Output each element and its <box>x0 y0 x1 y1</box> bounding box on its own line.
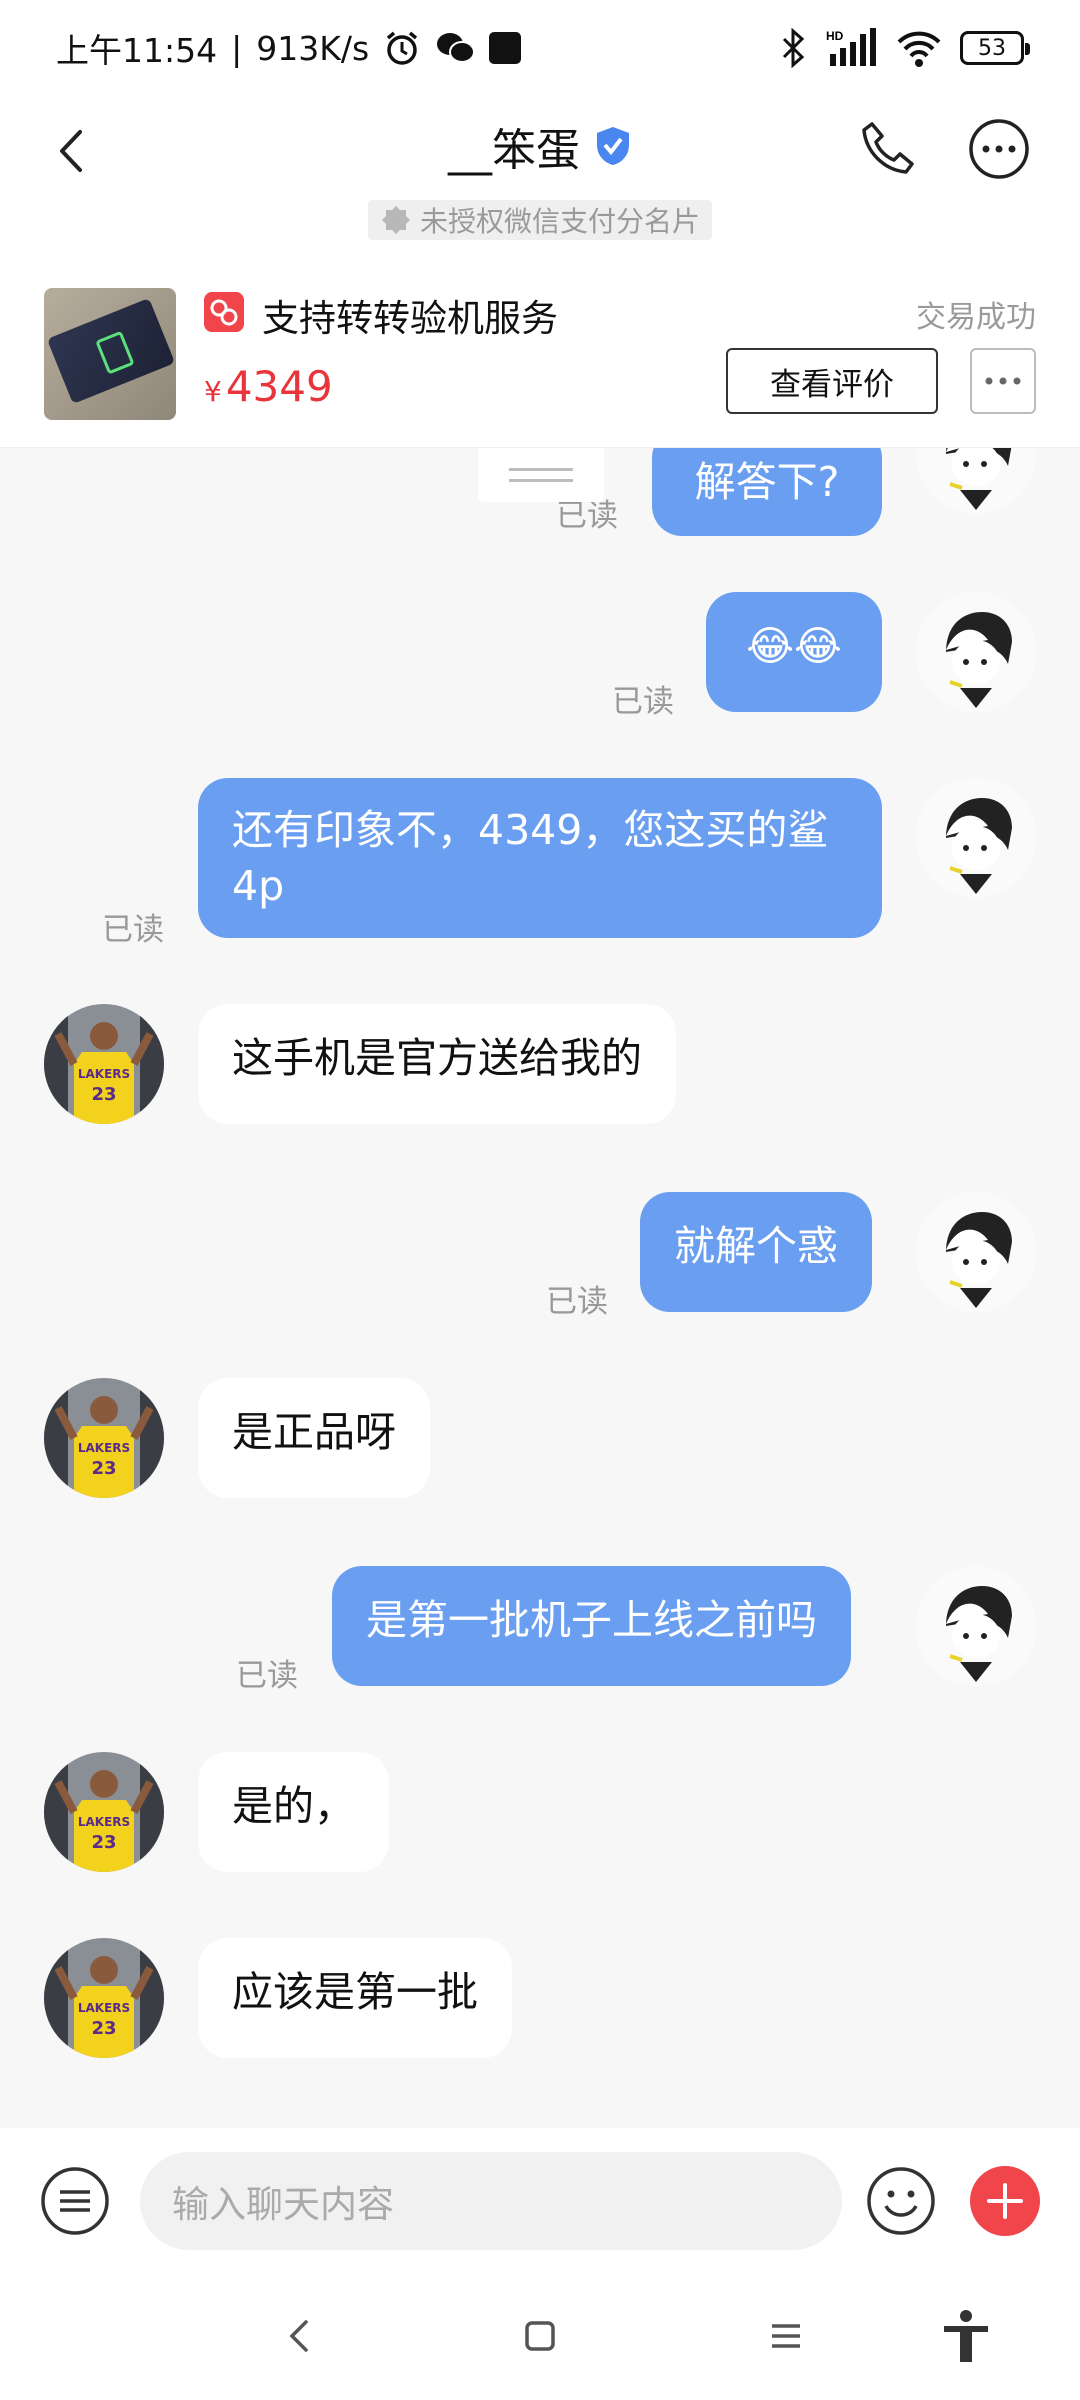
product-thumbnail[interactable] <box>44 288 176 420</box>
svg-text:LAKERS: LAKERS <box>78 1441 130 1455</box>
battery-indicator: 53 <box>960 31 1030 65</box>
my-avatar[interactable] <box>916 778 1036 898</box>
contact-message-bubble[interactable]: 是的， <box>198 1752 389 1872</box>
my-avatar[interactable] <box>916 448 1036 514</box>
my-avatar[interactable] <box>916 1192 1036 1312</box>
scroll-handle[interactable] <box>478 448 604 502</box>
status-speed: 913K/s <box>256 28 370 68</box>
my-message-bubble[interactable]: 还有印象不，4349，您这买的鲨 4p <box>198 778 882 938</box>
read-receipt: 已读 <box>612 684 674 720</box>
svg-text:LAKERS: LAKERS <box>78 1815 130 1829</box>
read-receipt: 已读 <box>102 912 164 948</box>
auth-notice-bar: 未授权微信支付分名片 <box>0 200 1080 248</box>
chat-title: __笨蛋 <box>448 125 580 176</box>
nav-recents-icon[interactable] <box>756 2306 816 2366</box>
svg-text:23: 23 <box>91 1458 116 1479</box>
svg-text:23: 23 <box>91 2018 116 2039</box>
phone-call-icon[interactable] <box>856 118 920 182</box>
verified-shield-icon <box>597 127 629 165</box>
svg-text:HD: HD <box>826 29 844 43</box>
svg-text:23: 23 <box>91 1084 116 1105</box>
signal-icon: HD <box>826 28 876 66</box>
chat-text-input[interactable]: 输入聊天内容 <box>140 2152 842 2250</box>
zhuanzhuan-logo-icon <box>204 292 244 332</box>
wechat-icon <box>437 33 476 63</box>
contact-message-bubble[interactable]: 这手机是官方送给我的 <box>198 1004 676 1124</box>
chat-scroll-area[interactable]: 解答下? 已读 😂😂 已读 还有印象不，4349，您这买的鲨 4p 已读 LAK… <box>0 448 1080 2128</box>
contact-avatar[interactable]: LAKERS 23 <box>44 1938 164 2058</box>
add-attachment-button[interactable] <box>970 2166 1040 2236</box>
contact-avatar[interactable]: LAKERS 23 <box>44 1378 164 1498</box>
product-name: 支持转转验机服务 <box>262 297 558 340</box>
app-notification-icon <box>489 32 522 64</box>
my-message-bubble[interactable]: 是第一批机子上线之前吗 <box>332 1566 851 1686</box>
plus-icon <box>987 2183 1023 2219</box>
bluetooth-icon <box>782 28 805 68</box>
more-options-icon[interactable] <box>966 116 1032 182</box>
contact-avatar[interactable]: LAKERS 23 <box>44 1752 164 1872</box>
my-message-bubble[interactable]: 就解个惑 <box>640 1192 872 1312</box>
deal-status: 交易成功 <box>916 300 1036 335</box>
wifi-icon <box>897 31 941 67</box>
chat-header: __笨蛋 <box>0 96 1080 206</box>
badge-icon <box>381 206 410 234</box>
read-receipt: 已读 <box>546 1284 608 1320</box>
my-message-bubble[interactable]: 解答下? <box>652 448 882 536</box>
auth-notice-chip[interactable]: 未授权微信支付分名片 <box>367 200 712 240</box>
view-review-button[interactable]: 查看评价 <box>726 348 938 414</box>
system-nav-bar <box>0 2272 1080 2400</box>
nav-home-icon[interactable] <box>510 2306 570 2366</box>
svg-text:23: 23 <box>91 1832 116 1853</box>
emoji-icon[interactable] <box>866 2166 936 2236</box>
product-price: ¥4349 <box>204 362 333 411</box>
status-time: 上午11:54 <box>56 31 218 70</box>
contact-message-bubble[interactable]: 是正品呀 <box>198 1378 430 1498</box>
nav-back-icon[interactable] <box>270 2306 330 2366</box>
price-value: 4349 <box>225 362 333 411</box>
status-divider: | <box>231 28 243 68</box>
read-receipt: 已读 <box>236 1658 298 1694</box>
my-avatar[interactable] <box>916 1566 1036 1686</box>
accessibility-icon[interactable] <box>936 2306 996 2366</box>
message-line: 4p <box>232 862 285 910</box>
my-message-bubble[interactable]: 😂😂 <box>706 592 882 712</box>
contact-avatar[interactable]: LAKERS 23 <box>44 1004 164 1124</box>
status-bar: 上午11:54 | 913K/s HD 53 <box>0 0 1080 96</box>
auth-notice-text: 未授权微信支付分名片 <box>419 205 700 238</box>
battery-level: 53 <box>978 35 1006 61</box>
contact-message-bubble[interactable]: 应该是第一批 <box>198 1938 512 2058</box>
currency-symbol: ¥ <box>204 375 222 408</box>
message-line: 还有印象不，4349，您这买的鲨 <box>232 806 829 854</box>
svg-text:LAKERS: LAKERS <box>78 1067 130 1081</box>
product-card: 支持转转验机服务 交易成功 ¥4349 查看评价 <box>0 248 1080 448</box>
alarm-icon <box>387 31 418 65</box>
product-more-button[interactable] <box>970 348 1036 414</box>
my-avatar[interactable] <box>916 592 1036 712</box>
svg-text:LAKERS: LAKERS <box>78 2001 130 2015</box>
menu-list-icon[interactable] <box>40 2166 110 2236</box>
ellipsis-icon <box>985 377 1021 385</box>
chat-input-bar: 输入聊天内容 <box>0 2128 1080 2272</box>
